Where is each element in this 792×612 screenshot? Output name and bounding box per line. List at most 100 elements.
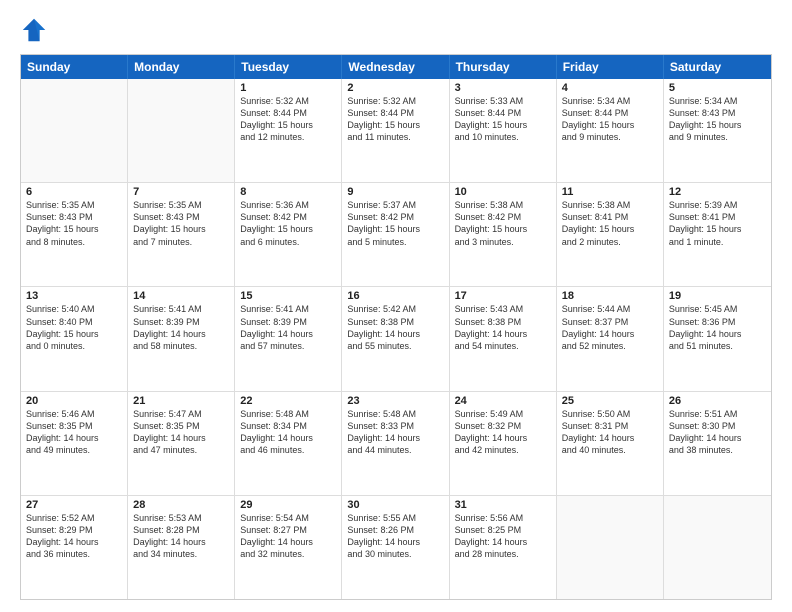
day-number: 15 bbox=[240, 290, 336, 302]
calendar-cell bbox=[664, 496, 771, 599]
cell-line: Sunset: 8:41 PM bbox=[669, 211, 766, 223]
calendar-cell: 3Sunrise: 5:33 AMSunset: 8:44 PMDaylight… bbox=[450, 79, 557, 182]
day-number: 23 bbox=[347, 395, 443, 407]
cell-line: and 51 minutes. bbox=[669, 340, 766, 352]
calendar-cell: 15Sunrise: 5:41 AMSunset: 8:39 PMDayligh… bbox=[235, 287, 342, 390]
cell-line: Daylight: 14 hours bbox=[347, 536, 443, 548]
calendar: SundayMondayTuesdayWednesdayThursdayFrid… bbox=[20, 54, 772, 600]
calendar-cell: 17Sunrise: 5:43 AMSunset: 8:38 PMDayligh… bbox=[450, 287, 557, 390]
cell-line: and 3 minutes. bbox=[455, 236, 551, 248]
cell-line: Sunset: 8:33 PM bbox=[347, 420, 443, 432]
day-number: 27 bbox=[26, 499, 122, 511]
cell-line: Daylight: 15 hours bbox=[240, 223, 336, 235]
calendar-cell: 18Sunrise: 5:44 AMSunset: 8:37 PMDayligh… bbox=[557, 287, 664, 390]
day-number: 2 bbox=[347, 82, 443, 94]
cell-line: Sunrise: 5:39 AM bbox=[669, 199, 766, 211]
calendar-cell: 19Sunrise: 5:45 AMSunset: 8:36 PMDayligh… bbox=[664, 287, 771, 390]
cell-line: Sunrise: 5:47 AM bbox=[133, 408, 229, 420]
cell-line: Sunset: 8:44 PM bbox=[240, 107, 336, 119]
cell-line: and 40 minutes. bbox=[562, 444, 658, 456]
cell-line: Sunset: 8:44 PM bbox=[562, 107, 658, 119]
day-number: 3 bbox=[455, 82, 551, 94]
calendar-cell: 21Sunrise: 5:47 AMSunset: 8:35 PMDayligh… bbox=[128, 392, 235, 495]
cell-line: Sunset: 8:40 PM bbox=[26, 316, 122, 328]
calendar-header: SundayMondayTuesdayWednesdayThursdayFrid… bbox=[21, 55, 771, 79]
cell-line: Sunrise: 5:34 AM bbox=[669, 95, 766, 107]
cell-line: Sunset: 8:25 PM bbox=[455, 524, 551, 536]
calendar-week-3: 20Sunrise: 5:46 AMSunset: 8:35 PMDayligh… bbox=[21, 392, 771, 496]
cell-line: Sunrise: 5:38 AM bbox=[455, 199, 551, 211]
calendar-cell: 6Sunrise: 5:35 AMSunset: 8:43 PMDaylight… bbox=[21, 183, 128, 286]
day-number: 21 bbox=[133, 395, 229, 407]
calendar-cell: 27Sunrise: 5:52 AMSunset: 8:29 PMDayligh… bbox=[21, 496, 128, 599]
cell-line: Sunrise: 5:49 AM bbox=[455, 408, 551, 420]
cell-line: Sunrise: 5:41 AM bbox=[133, 303, 229, 315]
day-number: 7 bbox=[133, 186, 229, 198]
cell-line: and 6 minutes. bbox=[240, 236, 336, 248]
calendar-cell: 29Sunrise: 5:54 AMSunset: 8:27 PMDayligh… bbox=[235, 496, 342, 599]
cell-line: Sunrise: 5:40 AM bbox=[26, 303, 122, 315]
cell-line: and 9 minutes. bbox=[562, 131, 658, 143]
cell-line: Sunset: 8:42 PM bbox=[240, 211, 336, 223]
cell-line: Sunset: 8:41 PM bbox=[562, 211, 658, 223]
cell-line: Daylight: 15 hours bbox=[347, 119, 443, 131]
day-number: 28 bbox=[133, 499, 229, 511]
cell-line: and 36 minutes. bbox=[26, 548, 122, 560]
cell-line: Daylight: 14 hours bbox=[240, 432, 336, 444]
cell-line: Sunset: 8:28 PM bbox=[133, 524, 229, 536]
calendar-cell: 23Sunrise: 5:48 AMSunset: 8:33 PMDayligh… bbox=[342, 392, 449, 495]
logo-icon bbox=[20, 16, 48, 44]
cell-line: and 49 minutes. bbox=[26, 444, 122, 456]
cell-line: and 28 minutes. bbox=[455, 548, 551, 560]
day-number: 17 bbox=[455, 290, 551, 302]
header-day-monday: Monday bbox=[128, 55, 235, 79]
calendar-cell: 10Sunrise: 5:38 AMSunset: 8:42 PMDayligh… bbox=[450, 183, 557, 286]
cell-line: Sunrise: 5:33 AM bbox=[455, 95, 551, 107]
calendar-cell: 26Sunrise: 5:51 AMSunset: 8:30 PMDayligh… bbox=[664, 392, 771, 495]
cell-line: and 30 minutes. bbox=[347, 548, 443, 560]
cell-line: Daylight: 14 hours bbox=[240, 328, 336, 340]
cell-line: Sunset: 8:43 PM bbox=[26, 211, 122, 223]
day-number: 1 bbox=[240, 82, 336, 94]
cell-line: and 2 minutes. bbox=[562, 236, 658, 248]
cell-line: Daylight: 14 hours bbox=[669, 328, 766, 340]
cell-line: Sunrise: 5:44 AM bbox=[562, 303, 658, 315]
day-number: 10 bbox=[455, 186, 551, 198]
cell-line: Sunset: 8:34 PM bbox=[240, 420, 336, 432]
day-number: 30 bbox=[347, 499, 443, 511]
cell-line: Sunset: 8:30 PM bbox=[669, 420, 766, 432]
cell-line: Daylight: 15 hours bbox=[455, 223, 551, 235]
cell-line: and 10 minutes. bbox=[455, 131, 551, 143]
cell-line: and 42 minutes. bbox=[455, 444, 551, 456]
header-day-sunday: Sunday bbox=[21, 55, 128, 79]
cell-line: Sunset: 8:29 PM bbox=[26, 524, 122, 536]
header-day-saturday: Saturday bbox=[664, 55, 771, 79]
cell-line: Sunrise: 5:32 AM bbox=[240, 95, 336, 107]
cell-line: and 32 minutes. bbox=[240, 548, 336, 560]
calendar-week-4: 27Sunrise: 5:52 AMSunset: 8:29 PM Dayligh… bbox=[21, 496, 771, 599]
day-number: 31 bbox=[455, 499, 551, 511]
cell-line: Daylight: 14 hours bbox=[455, 432, 551, 444]
cell-line: Sunrise: 5:52 AM bbox=[26, 512, 122, 524]
header bbox=[20, 16, 772, 44]
day-number: 19 bbox=[669, 290, 766, 302]
day-number: 6 bbox=[26, 186, 122, 198]
cell-line: and 38 minutes. bbox=[669, 444, 766, 456]
cell-line: Daylight: 15 hours bbox=[669, 223, 766, 235]
calendar-week-1: 6Sunrise: 5:35 AMSunset: 8:43 PMDaylight… bbox=[21, 183, 771, 287]
cell-line: and 0 minutes. bbox=[26, 340, 122, 352]
cell-line: Sunset: 8:39 PM bbox=[240, 316, 336, 328]
cell-line: Sunrise: 5:46 AM bbox=[26, 408, 122, 420]
cell-line: Sunset: 8:42 PM bbox=[347, 211, 443, 223]
calendar-week-2: 13Sunrise: 5:40 AMSunset: 8:40 PMDayligh… bbox=[21, 287, 771, 391]
cell-line: Sunset: 8:38 PM bbox=[347, 316, 443, 328]
cell-line: Daylight: 14 hours bbox=[133, 432, 229, 444]
calendar-cell: 25Sunrise: 5:50 AMSunset: 8:31 PMDayligh… bbox=[557, 392, 664, 495]
calendar-cell: 31Sunrise: 5:56 AMSunset: 8:25 PMDayligh… bbox=[450, 496, 557, 599]
cell-line: Daylight: 14 hours bbox=[669, 432, 766, 444]
calendar-cell: 11Sunrise: 5:38 AMSunset: 8:41 PMDayligh… bbox=[557, 183, 664, 286]
cell-line: Sunset: 8:37 PM bbox=[562, 316, 658, 328]
cell-line: Daylight: 15 hours bbox=[562, 119, 658, 131]
cell-line: Daylight: 14 hours bbox=[26, 432, 122, 444]
day-number: 14 bbox=[133, 290, 229, 302]
